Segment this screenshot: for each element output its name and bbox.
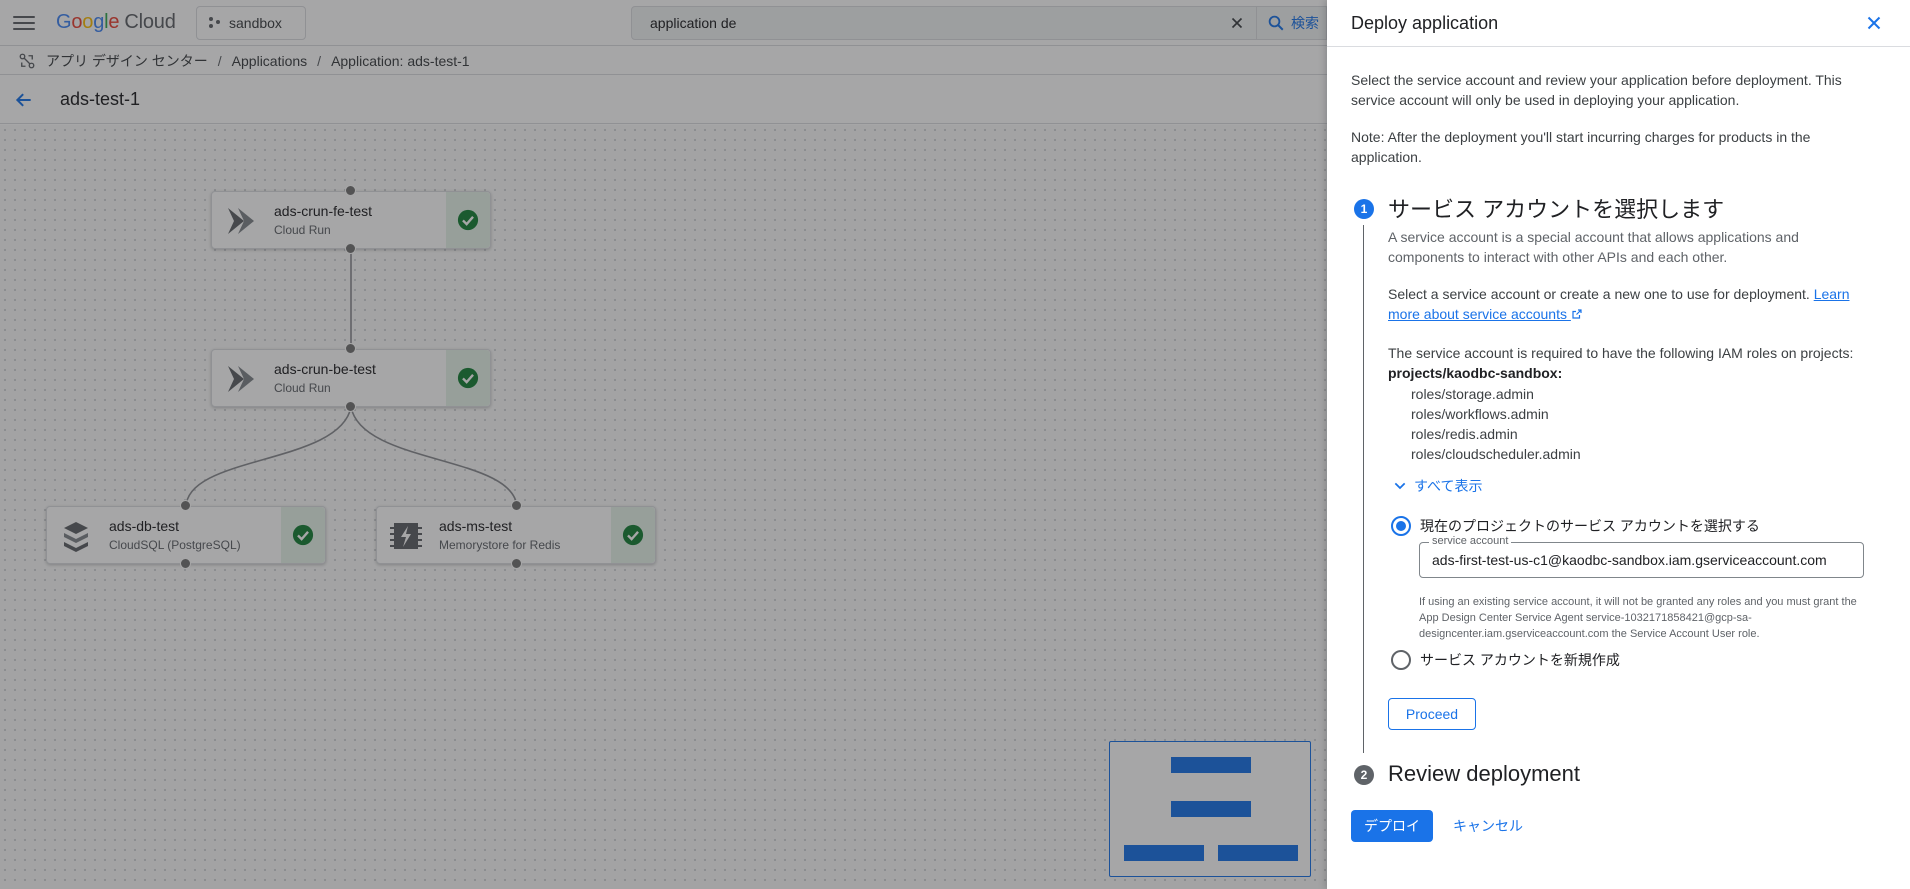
- step-1-select-text: Select a service account or create a new…: [1388, 284, 1868, 324]
- modal-scrim[interactable]: [0, 0, 1327, 889]
- step-1-description: A service account is a special account t…: [1388, 229, 1799, 265]
- step-2-number: 2: [1354, 765, 1374, 785]
- panel-intro: Select the service account and review yo…: [1351, 72, 1842, 108]
- panel-divider: [1327, 46, 1910, 47]
- stepper-line: [1363, 225, 1364, 753]
- role-item: roles/cloudscheduler.admin: [1411, 446, 1581, 462]
- show-all-label: すべて表示: [1414, 478, 1483, 494]
- role-item: roles/workflows.admin: [1411, 406, 1549, 422]
- deploy-button[interactable]: デプロイ: [1351, 810, 1433, 842]
- service-account-hint: If using an existing service account, it…: [1419, 596, 1857, 640]
- panel-title: Deploy application: [1351, 13, 1499, 33]
- radio-new-account[interactable]: [1391, 650, 1411, 670]
- close-icon[interactable]: [1863, 12, 1885, 34]
- step-1-number: 1: [1354, 199, 1374, 219]
- service-account-field-label: service account: [1429, 535, 1512, 547]
- role-item: roles/redis.admin: [1411, 426, 1518, 442]
- radio-existing-account[interactable]: [1391, 516, 1411, 536]
- panel-note: Note: After the deployment you'll start …: [1351, 129, 1811, 165]
- required-project: projects/kaodbc-sandbox:: [1388, 365, 1563, 381]
- role-item: roles/storage.admin: [1411, 386, 1534, 402]
- roles-list: roles/storage.admin roles/workflows.admi…: [1411, 384, 1581, 464]
- show-all-toggle[interactable]: すべて表示: [1392, 476, 1482, 496]
- select-service-account-text: Select a service account or create a new…: [1388, 286, 1810, 302]
- required-roles-text: The service account is required to have …: [1388, 345, 1854, 361]
- service-account-field: [1419, 542, 1864, 578]
- chevron-down-icon: [1394, 482, 1406, 490]
- radio-new-label[interactable]: サービス アカウントを新規作成: [1420, 650, 1620, 670]
- radio-existing-label[interactable]: 現在のプロジェクトのサービス アカウントを選択する: [1420, 516, 1760, 536]
- step-1-title: サービス アカウントを選択します: [1388, 197, 1725, 222]
- step-2-title: Review deployment: [1388, 761, 1580, 786]
- service-account-input[interactable]: [1420, 543, 1863, 577]
- external-link-icon: [1572, 309, 1582, 319]
- cancel-button[interactable]: キャンセル: [1446, 810, 1530, 842]
- proceed-button[interactable]: Proceed: [1388, 698, 1476, 730]
